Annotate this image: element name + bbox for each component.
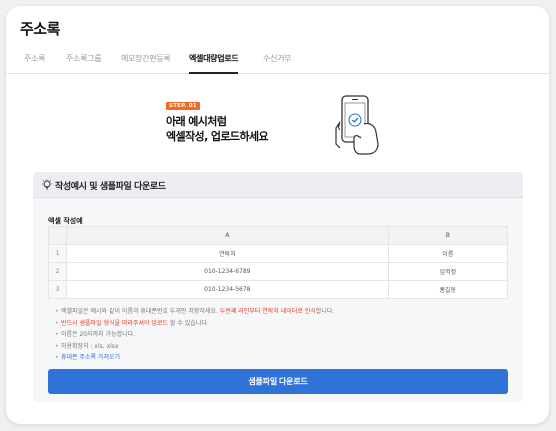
note-item: 반드시 샘플파일 형식을 따라주셔야 업로드 할 수 있습니다. xyxy=(55,318,334,330)
panel-header: 작성예시 및 샘플파일 다운로드 xyxy=(33,172,523,198)
row-number: 1 xyxy=(48,244,67,263)
import-contacts-link[interactable]: 휴대폰 주소록 가져오기 xyxy=(61,354,120,361)
step-hero: STEP. 01 아래 예시처럼 엑셀작성, 업로드하세요 xyxy=(6,75,549,183)
panel-title: 작성예시 및 샘플파일 다운로드 xyxy=(55,182,166,192)
column-header: B xyxy=(387,226,509,245)
phone-check-icon xyxy=(335,95,379,155)
download-sample-button[interactable]: 샘플파일 다운로드 xyxy=(48,369,508,394)
cell-name: 홍길동 xyxy=(387,280,509,299)
main-card: 주소록 주소록 주소록그룹 메모장간편등록 엑셀대량업로드 수신거부 STEP.… xyxy=(6,6,549,424)
tab-unsubscribe[interactable]: 수신거부 xyxy=(263,52,292,74)
tab-memo-quick-register[interactable]: 메모장간편등록 xyxy=(121,52,171,74)
tab-address-group[interactable]: 주소록그룹 xyxy=(66,52,102,74)
cell-name: 이름 xyxy=(387,244,509,263)
row-number: 3 xyxy=(48,280,67,299)
corner-cell xyxy=(48,226,67,245)
note-item: 휴대폰 주소록 가져오기 xyxy=(55,352,334,364)
column-header: A xyxy=(66,226,389,245)
table-row: 2 010-1234-6789 임꺽정 xyxy=(48,262,509,281)
sample-guide-panel: 작성예시 및 샘플파일 다운로드 엑셀 작성예 A B 1 연락처 이름 2 0… xyxy=(33,172,523,402)
note-item: 엑셀파일은 예시와 같이 이름과 휴대폰번호 두개만 저장하세요. 두번째 라인… xyxy=(55,306,334,318)
example-label: 엑셀 작성예 xyxy=(48,217,83,225)
tab-address-book[interactable]: 주소록 xyxy=(24,52,45,74)
row-number: 2 xyxy=(48,262,67,281)
table-row: 3 010-1234-5678 홍길동 xyxy=(48,280,509,299)
table-header-row: A B xyxy=(48,226,509,245)
note-highlight: 반드시 샘플파일 형식을 따라주셔야 업로드 xyxy=(61,319,168,327)
excel-example-table: A B 1 연락처 이름 2 010-1234-6789 임꺽정 3 010-1… xyxy=(48,226,509,299)
note-highlight: 두번째 라인부터 연락처 데이터로 인식 xyxy=(219,308,316,315)
note-text: 합니다. xyxy=(315,308,335,315)
tab-bar: 주소록 주소록그룹 메모장간편등록 엑셀대량업로드 수신거부 xyxy=(6,52,549,74)
lightbulb-icon xyxy=(42,179,52,190)
cell-phone: 010-1234-5678 xyxy=(66,280,389,299)
cell-name: 임꺽정 xyxy=(387,262,509,281)
table-row: 1 연락처 이름 xyxy=(48,244,509,263)
note-text: 할 수 있습니다. xyxy=(168,319,209,327)
cell-phone: 연락처 xyxy=(66,244,389,263)
note-item: 이름은 20자까지 가능합니다. xyxy=(55,329,334,341)
step-badge: STEP. 01 xyxy=(166,102,200,110)
hero-heading-line1: 아래 예시처럼 xyxy=(166,115,227,128)
hero-heading-line2: 엑셀작성, 업로드하세요 xyxy=(166,130,269,143)
tab-excel-bulk-upload[interactable]: 엑셀대량업로드 xyxy=(189,52,239,74)
note-item: 허용확장자 : xls, xlsx xyxy=(55,341,334,353)
notes-list: 엑셀파일은 예시와 같이 이름과 휴대폰번호 두개만 저장하세요. 두번째 라인… xyxy=(55,306,334,364)
page-title: 주소록 xyxy=(20,20,60,38)
cell-phone: 010-1234-6789 xyxy=(66,262,389,281)
note-text: 엑셀파일은 예시와 같이 이름과 휴대폰번호 두개만 저장하세요. xyxy=(61,308,220,315)
